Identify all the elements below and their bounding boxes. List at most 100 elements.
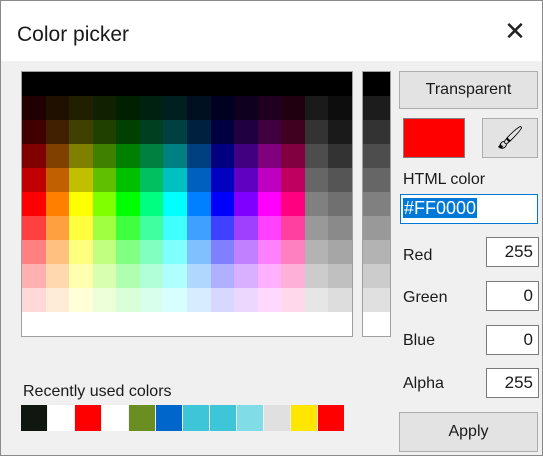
palette-swatch[interactable] [234, 288, 258, 312]
palette-swatch[interactable] [69, 144, 93, 168]
palette-swatch[interactable] [328, 168, 352, 192]
palette-swatch[interactable] [186, 120, 211, 144]
palette-swatch[interactable] [234, 192, 258, 216]
palette-white-row[interactable] [22, 312, 352, 336]
palette-swatch[interactable] [210, 240, 235, 264]
close-icon[interactable]: ✕ [497, 13, 533, 49]
palette-swatch[interactable] [234, 216, 258, 240]
palette-swatch[interactable] [234, 96, 258, 120]
palette-swatch[interactable] [69, 264, 93, 288]
recent-color-swatch[interactable] [237, 405, 263, 431]
palette-swatch[interactable] [45, 216, 70, 240]
palette-swatch[interactable] [22, 120, 46, 144]
palette-swatch[interactable] [139, 144, 164, 168]
palette-swatch[interactable] [257, 144, 282, 168]
palette-swatch[interactable] [304, 264, 329, 288]
palette-swatch[interactable] [257, 168, 282, 192]
palette-swatch[interactable] [234, 168, 258, 192]
palette-swatch[interactable] [45, 168, 70, 192]
palette-swatch[interactable] [163, 120, 187, 144]
palette-swatch[interactable] [304, 72, 329, 96]
palette-swatch[interactable] [304, 96, 329, 120]
palette-swatch[interactable] [328, 120, 352, 144]
palette-swatch[interactable] [186, 240, 211, 264]
palette-swatch[interactable] [304, 168, 329, 192]
palette-swatch[interactable] [163, 240, 187, 264]
palette-swatch[interactable] [281, 96, 305, 120]
palette-swatch[interactable] [257, 72, 282, 96]
html-color-input[interactable]: #FF0000 [400, 194, 538, 224]
palette-swatch[interactable] [45, 72, 70, 96]
palette-swatch[interactable] [257, 96, 282, 120]
palette-swatch[interactable] [210, 168, 235, 192]
palette-swatch[interactable] [163, 192, 187, 216]
palette-swatch[interactable] [328, 216, 352, 240]
palette-swatch[interactable] [92, 288, 117, 312]
palette-swatch[interactable] [69, 192, 93, 216]
palette-swatch[interactable] [92, 192, 117, 216]
palette-swatch[interactable] [116, 192, 140, 216]
palette-swatch[interactable] [257, 216, 282, 240]
palette-swatch[interactable] [92, 168, 117, 192]
palette-swatch[interactable] [69, 120, 93, 144]
palette-swatch[interactable] [234, 240, 258, 264]
grayscale-swatch[interactable] [363, 312, 390, 336]
palette-swatch[interactable] [163, 168, 187, 192]
palette-swatch[interactable] [210, 72, 235, 96]
palette-swatch[interactable] [257, 120, 282, 144]
recent-color-swatch[interactable] [75, 405, 101, 431]
palette-swatch[interactable] [281, 168, 305, 192]
palette-swatch[interactable] [22, 168, 46, 192]
palette-swatch[interactable] [210, 216, 235, 240]
alpha-input[interactable]: 255 [486, 368, 539, 398]
palette-swatch[interactable] [281, 192, 305, 216]
grayscale-swatch[interactable] [363, 144, 390, 168]
palette-swatch[interactable] [69, 216, 93, 240]
palette-swatch[interactable] [116, 216, 140, 240]
palette-swatch[interactable] [281, 216, 305, 240]
palette-swatch[interactable] [257, 288, 282, 312]
palette-swatch[interactable] [281, 264, 305, 288]
palette-swatch[interactable] [210, 288, 235, 312]
palette-swatch[interactable] [45, 288, 70, 312]
palette-swatch[interactable] [186, 96, 211, 120]
palette-swatch[interactable] [139, 192, 164, 216]
palette-swatch[interactable] [186, 216, 211, 240]
palette-swatch[interactable] [116, 120, 140, 144]
palette-swatch[interactable] [139, 168, 164, 192]
palette-swatch[interactable] [328, 288, 352, 312]
palette-swatch[interactable] [328, 96, 352, 120]
palette-swatch[interactable] [328, 72, 352, 96]
palette-swatch[interactable] [139, 240, 164, 264]
palette-swatch[interactable] [116, 72, 140, 96]
palette-swatch[interactable] [234, 72, 258, 96]
palette-swatch[interactable] [210, 192, 235, 216]
palette-swatch[interactable] [92, 96, 117, 120]
palette-swatch[interactable] [257, 240, 282, 264]
palette-swatch[interactable] [116, 240, 140, 264]
palette-swatch[interactable] [45, 192, 70, 216]
palette-swatch[interactable] [210, 264, 235, 288]
palette-swatch[interactable] [186, 192, 211, 216]
palette-swatch[interactable] [22, 288, 46, 312]
recent-color-swatch[interactable] [210, 405, 236, 431]
palette-swatch[interactable] [304, 240, 329, 264]
palette-swatch[interactable] [186, 288, 211, 312]
palette-swatch[interactable] [163, 216, 187, 240]
palette-swatch[interactable] [139, 264, 164, 288]
green-input[interactable]: 0 [486, 281, 539, 311]
transparent-button[interactable]: Transparent [399, 71, 538, 109]
grayscale-swatch[interactable] [363, 72, 390, 96]
palette-swatch[interactable] [328, 240, 352, 264]
recent-color-swatch[interactable] [291, 405, 317, 431]
palette-swatch[interactable] [257, 192, 282, 216]
palette-swatch[interactable] [69, 240, 93, 264]
palette-swatch[interactable] [210, 96, 235, 120]
palette-swatch[interactable] [234, 264, 258, 288]
palette-swatch[interactable] [304, 192, 329, 216]
palette-swatch[interactable] [186, 264, 211, 288]
recent-color-swatch[interactable] [21, 405, 47, 431]
palette-swatch[interactable] [22, 264, 46, 288]
red-input[interactable]: 255 [486, 237, 539, 267]
palette-swatch[interactable] [139, 96, 164, 120]
